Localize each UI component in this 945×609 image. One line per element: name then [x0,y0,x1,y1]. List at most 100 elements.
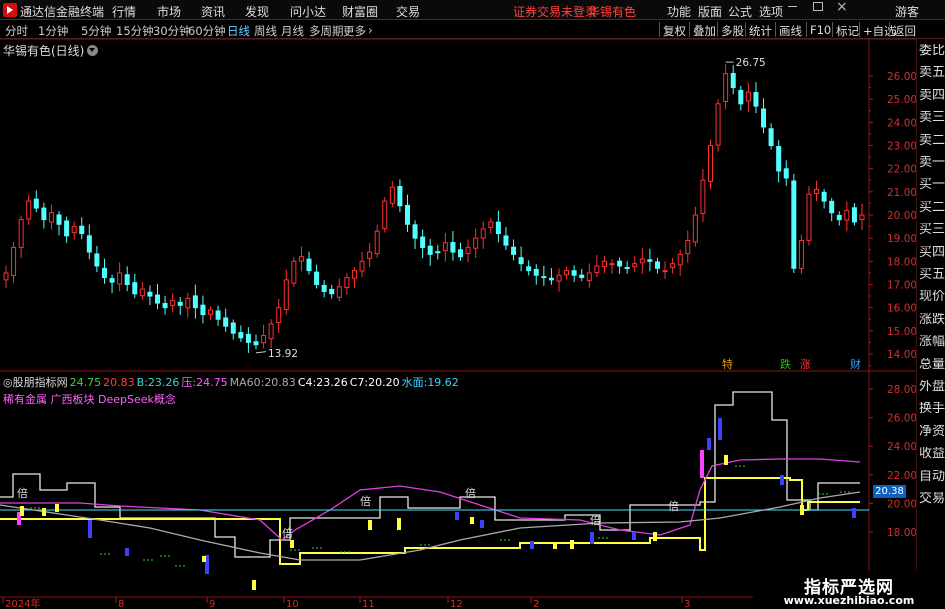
volume-bar [252,580,256,590]
kline-candle [533,269,539,276]
side-item[interactable]: 卖四 [919,89,945,103]
kline-candle [450,241,456,253]
kline-candle [192,295,198,309]
bei-label: 倍 [360,494,371,508]
current-value-box: 20.38 [873,485,906,498]
kline-candle [798,239,804,269]
side-item[interactable]: 卖一 [919,156,945,170]
kline-candle [814,189,820,195]
kline-candle [26,200,32,220]
kline-candle [715,103,721,146]
side-item[interactable]: 自动 [919,470,945,484]
side-item[interactable]: 买四 [919,246,945,260]
date-label: 10 [286,599,299,609]
kline-candle [306,258,312,272]
kline-candle [139,288,145,297]
side-item[interactable]: 收益 [919,447,945,461]
kline-chart: 26.00 25.00 24.00 23.00 22.00 21.00 20.00 19.00… [0,38,945,609]
volume-bar [780,475,784,485]
kline-candle [541,276,547,279]
volume-bar [553,543,557,549]
kline-candle [548,277,554,281]
volume-bar [632,532,636,540]
kline-candle [291,260,297,284]
axis-tick-label: 23.00 [887,141,917,153]
kline-candle [397,186,403,207]
kline-candle [829,200,835,214]
side-item[interactable]: 总量 [919,358,945,372]
date-label: 3 [684,599,690,609]
date-label: 9 [209,599,215,609]
side-item[interactable]: 卖五 [919,66,945,80]
side-item[interactable]: 净资 [919,425,945,439]
event-marker: 特 [722,357,733,371]
side-item[interactable]: 卖二 [919,134,945,148]
kline-candle [738,89,744,105]
low-label: 13.92 [268,348,298,360]
kline-candle [571,270,577,276]
kline-candle [654,261,660,269]
volume-bar [88,520,92,538]
side-item[interactable]: 买一 [919,178,945,192]
volume-bar [724,455,728,465]
kline-candle [480,228,486,239]
kline-candle [836,214,842,221]
kline-candle [495,221,501,235]
kline-candle [351,270,357,279]
kline-candle [155,294,161,304]
kline-candle [768,128,774,146]
kline-candle [844,209,850,221]
side-item[interactable]: 买五 [919,268,945,282]
kline-candle [238,332,244,339]
side-item[interactable]: 换手 [919,402,945,416]
kline-candle [707,145,713,182]
kline-candle [71,226,77,234]
quote-side-panel: 委比卖五卖四卖三卖二卖一买一买二买三买四买五现价涨跌涨幅总量外盘换手净资收益自动… [916,39,945,609]
event-marker: 跌 [780,357,791,371]
axis-tick-label: 20.00 [887,210,917,222]
kline-candle [427,245,433,255]
kline-candle [859,214,865,221]
kline-candle [601,260,607,268]
kline-candle [586,272,592,282]
indicator-header: ◎股朋指标网 24.75 20.83 B:23.26 压:24.75 MA60:20.83… [3,374,461,390]
side-item[interactable]: 涨跌 [919,313,945,327]
bei-label: 倍 [668,499,679,513]
kline-candle [124,274,130,285]
side-item[interactable]: 外盘 [919,380,945,394]
indicator-sector-tags: 稀有金属 广西板块 DeepSeek概念 [3,393,176,406]
kline-candle [41,207,47,221]
kline-candle [223,317,229,327]
axis-tick-label: 25.00 [887,94,917,106]
side-item[interactable]: 交易 [919,492,945,506]
kline-candle [594,265,600,274]
side-item[interactable]: 买二 [919,201,945,215]
kline-candle [177,301,183,306]
side-item[interactable]: 现价 [919,290,945,304]
volume-bar [653,532,657,541]
ind-axis-label: 22.00 [887,470,917,482]
volume-bar [852,508,856,518]
side-item[interactable]: 委比 [919,44,945,58]
indicator-item-value: 23.26 [147,376,180,389]
kline-candle [412,224,418,239]
ind-axis-label: 26.00 [887,413,917,425]
axis-tick-label: 16.00 [887,303,917,315]
axis-tick-label: 24.00 [887,117,917,129]
side-item[interactable]: 买三 [919,223,945,237]
side-item[interactable]: 卖三 [919,111,945,125]
kline-candle [579,274,585,279]
kline-candle [791,180,797,269]
indicator-item-value: 20.83 [103,376,135,389]
bei-label: 倍 [17,486,28,500]
kline-candle [79,225,85,235]
date-label: 11 [362,599,375,609]
kline-candle [685,239,691,255]
kline-candle [336,286,342,298]
kline-candle [745,91,751,102]
kline-candle [109,278,115,283]
kline-candle [314,271,320,285]
side-item[interactable]: 涨幅 [919,335,945,349]
volume-bar [707,438,711,450]
kline-candle [662,270,668,273]
